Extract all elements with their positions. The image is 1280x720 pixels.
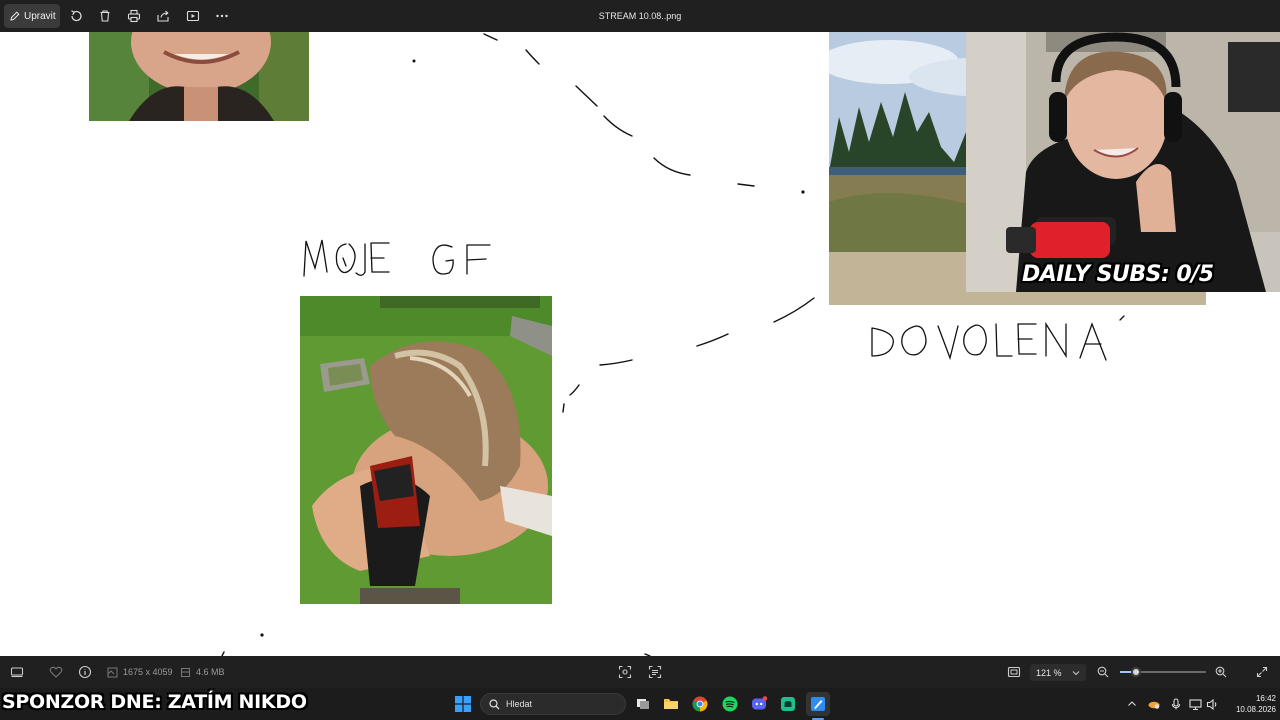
window-title: STREAM 10.08..png [598, 11, 682, 21]
taskbar-search[interactable]: Hledat [480, 693, 626, 715]
info-icon[interactable] [78, 656, 92, 688]
search-placeholder: Hledat [506, 699, 533, 709]
slideshow-icon[interactable] [185, 8, 201, 24]
photo-girlfriend [300, 296, 552, 604]
fit-visual-search-icon[interactable] [618, 656, 632, 688]
top-toolbar: Upravit STREAM 10.08..png [0, 0, 1280, 32]
image-canvas[interactable]: DAILY SUBS: 0/5 [0, 32, 1280, 656]
print-icon[interactable] [126, 8, 142, 24]
zoom-out-icon[interactable] [1097, 656, 1109, 688]
favorite-icon[interactable] [49, 656, 63, 688]
file-explorer-icon[interactable] [661, 694, 681, 714]
sponsor-overlay: SPONZOR DNE: ZATÍM NIKDO [2, 691, 307, 713]
filmstrip-icon[interactable] [10, 656, 24, 688]
android-app-icon[interactable] [778, 694, 798, 714]
chevron-down-icon [1072, 671, 1080, 676]
microphone-icon[interactable] [1170, 688, 1182, 720]
image-dimensions: 1675 x 4059 [107, 656, 173, 688]
taskbar-clock[interactable]: 16:42 10.08.2026 [1222, 693, 1276, 715]
spotify-icon[interactable] [720, 694, 740, 714]
pencil-icon [10, 11, 20, 21]
fit-to-window-icon[interactable] [1007, 656, 1021, 688]
share-icon[interactable] [155, 8, 171, 24]
windows-start-icon[interactable] [453, 694, 473, 714]
daily-subs-overlay: DAILY SUBS: 0/5 [1022, 262, 1214, 287]
photos-viewer-window: Upravit STREAM 10.08..png DAILY SUBS: 0/… [0, 0, 1280, 720]
zoom-slider-thumb[interactable] [1131, 667, 1142, 677]
rotate-icon[interactable] [68, 8, 84, 24]
handwriting-dovolena [871, 315, 1125, 361]
volume-icon[interactable] [1206, 688, 1219, 720]
task-view-icon[interactable] [633, 694, 653, 714]
more-icon[interactable] [214, 8, 230, 24]
webcam-overlay [966, 32, 1280, 292]
edit-button-label: Upravit [24, 10, 56, 22]
chrome-icon[interactable] [690, 694, 710, 714]
clock-time: 16:42 [1255, 694, 1276, 703]
fullscreen-icon[interactable] [1256, 656, 1268, 688]
clock-date: 10.08.2026 [1235, 705, 1276, 714]
text-scan-icon[interactable] [648, 656, 662, 688]
search-icon [489, 698, 500, 709]
zoom-level-select[interactable]: 121 % [1030, 664, 1086, 681]
zoom-in-icon[interactable] [1215, 656, 1227, 688]
discord-icon[interactable] [749, 694, 769, 714]
delete-icon[interactable] [97, 8, 113, 24]
windows-taskbar: SPONZOR DNE: ZATÍM NIKDO Hledat 16:42 10… [0, 688, 1280, 720]
webcam-feed [966, 32, 1280, 292]
dimensions-icon [107, 667, 118, 677]
onedrive-icon[interactable] [1147, 688, 1161, 720]
edit-button[interactable]: Upravit [4, 4, 60, 28]
paint-app-icon[interactable] [808, 694, 828, 714]
viewer-status-bar: 1675 x 4059 4.6 MB 121 % [0, 656, 1280, 688]
file-size: 4.6 MB [180, 656, 225, 688]
image-dimensions-value: 1675 x 4059 [123, 667, 173, 677]
zoom-level-value: 121 % [1036, 667, 1062, 678]
file-size-icon [181, 667, 190, 677]
show-hidden-icons-icon[interactable] [1127, 688, 1137, 720]
handwriting-moje-gf-strokes [303, 239, 491, 277]
zoom-slider[interactable] [1120, 667, 1206, 677]
file-size-value: 4.6 MB [196, 667, 225, 677]
network-icon[interactable] [1189, 688, 1202, 720]
